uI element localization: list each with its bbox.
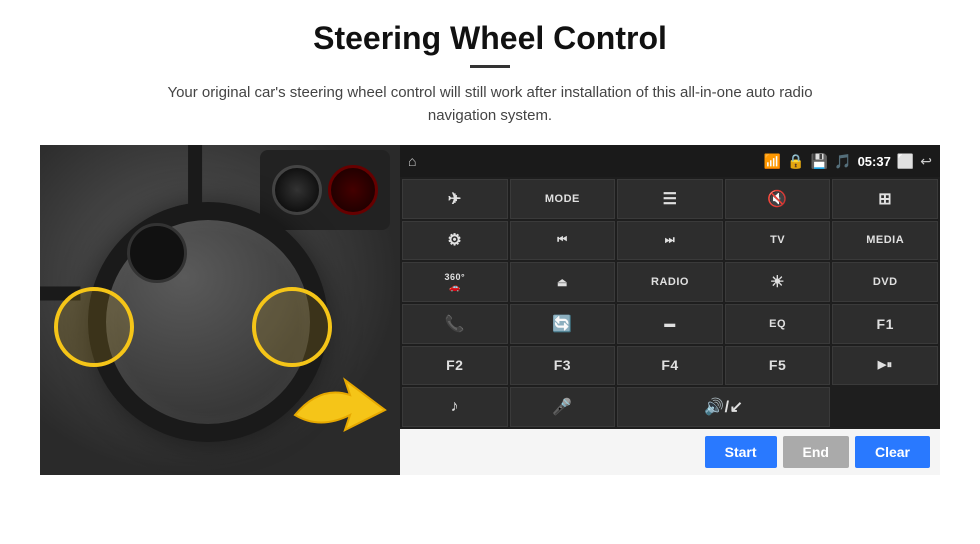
status-bar: ⌂ 📶 🔒 💾 🎵 05:37 ⬜ ↩ [400,145,940,177]
btn-f1[interactable]: F1 [832,304,938,344]
clear-button[interactable]: Clear [855,436,930,468]
btn-f5[interactable]: F5 [725,346,831,386]
btn-f2[interactable]: F2 [402,346,508,386]
highlight-circle-left [54,287,134,367]
home-icon: ⌂ [408,153,416,169]
btn-mode[interactable]: MODE [510,179,616,219]
arrow-indicator [290,375,390,455]
page-container: Steering Wheel Control Your original car… [0,0,980,544]
steering-wheel-spoke-v [188,145,202,206]
bottom-bar: Start End Clear [400,429,940,475]
lock-icon: 🔒 [787,153,804,170]
btn-eq[interactable]: EQ [725,304,831,344]
end-button[interactable]: End [783,436,849,468]
start-button[interactable]: Start [705,436,777,468]
btn-mute[interactable]: 🔇 [725,179,831,219]
page-title: Steering Wheel Control [313,20,667,57]
highlight-circle-right [252,287,332,367]
btn-next[interactable]: ⏭ [617,221,723,261]
title-divider [470,65,510,68]
gauge-left [272,165,322,215]
btn-tv[interactable]: TV [725,221,831,261]
btn-radio[interactable]: RADIO [617,262,723,302]
content-row: ⌂ 📶 🔒 💾 🎵 05:37 ⬜ ↩ ✈ MODE ☰ 🔇 [40,145,940,475]
btn-mic[interactable]: 🎤 [510,387,616,427]
btn-media[interactable]: MEDIA [832,221,938,261]
steering-wheel-image [40,145,400,475]
back-icon: ↩ [920,153,932,170]
btn-music[interactable]: ♪ [402,387,508,427]
steering-wheel-hub [127,223,187,283]
control-panel: ⌂ 📶 🔒 💾 🎵 05:37 ⬜ ↩ ✈ MODE ☰ 🔇 [400,145,940,475]
btn-phone[interactable]: 📞 [402,304,508,344]
btn-prev[interactable]: ⏮ [510,221,616,261]
sd-icon: 💾 [811,153,828,170]
btn-navigate[interactable]: ✈ [402,179,508,219]
dashboard [260,150,390,230]
btn-eject[interactable]: ⏏ [510,262,616,302]
btn-apps[interactable]: ⊞ [832,179,938,219]
btn-dvd[interactable]: DVD [832,262,938,302]
subtitle: Your original car's steering wheel contr… [150,82,830,127]
btn-settings[interactable]: ⚙ [402,221,508,261]
window-icon: ⬜ [897,153,914,170]
btn-brightness[interactable]: ☀ [725,262,831,302]
btn-menu[interactable]: ☰ [617,179,723,219]
wifi-icon: 📶 [764,153,781,170]
btn-360[interactable]: 360°🚗 [402,262,508,302]
steering-wheel-background [40,145,400,475]
btn-display[interactable]: ▬ [617,304,723,344]
btn-volume-call[interactable]: 🔊/↙ [617,387,830,427]
btn-rotate[interactable]: 🔄 [510,304,616,344]
status-left: ⌂ [408,153,416,169]
btn-f3[interactable]: F3 [510,346,616,386]
gauge-right [328,165,378,215]
btn-f4[interactable]: F4 [617,346,723,386]
status-right: 📶 🔒 💾 🎵 05:37 ⬜ ↩ [764,153,932,170]
btn-play-pause[interactable]: ▶⏸ [832,346,938,386]
button-grid: ✈ MODE ☰ 🔇 ⊞ ⚙ ⏮ ⏭ TV MEDIA 360°🚗 ⏏ RADI… [400,177,940,429]
status-time: 05:37 [858,154,891,169]
bt-icon: 🎵 [834,153,851,170]
